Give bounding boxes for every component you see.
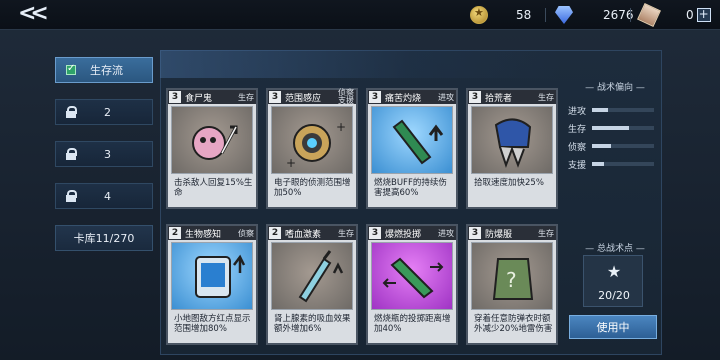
- card-category: 生存: [238, 92, 254, 102]
- card-cost: 2: [169, 227, 181, 239]
- card-cost: 3: [469, 91, 481, 103]
- svg-text:?: ?: [506, 268, 517, 292]
- card-header: 3 食尸鬼 生存: [168, 90, 256, 104]
- glove-icon: [471, 106, 553, 174]
- coin-icon: [470, 6, 488, 24]
- card-category: 生存: [538, 228, 554, 238]
- card-cost: 3: [269, 91, 281, 103]
- card-description: 击杀敌人回复15%生命: [174, 178, 253, 198]
- card-name: 食尸鬼: [185, 93, 213, 104]
- preset-tab-label: 4: [104, 189, 111, 203]
- lock-icon: [66, 148, 77, 160]
- card-name: 生物感知: [185, 229, 222, 240]
- total-points-value: 20/20: [598, 289, 630, 302]
- card-category: 生存: [538, 92, 554, 102]
- preset-tab-4[interactable]: 4: [55, 183, 153, 209]
- card-description: 电子眼的侦测范围增加50%: [274, 178, 351, 198]
- card-description: 肾上腺素的吸血效果额外增加6%: [274, 314, 351, 334]
- armor-suit-icon: ?: [471, 242, 553, 310]
- ticket-counter: 0 +: [637, 3, 711, 27]
- card-category: 侦察: [238, 228, 254, 238]
- tactic-bias-title: — 战术偏向 —: [585, 83, 645, 93]
- back-icon[interactable]: <<: [18, 3, 49, 26]
- card-range-sense[interactable]: 3 范围感应 侦察 支援 + + 电子眼的侦测范围增加50%: [266, 88, 358, 209]
- in-use-button[interactable]: 使用中: [569, 315, 657, 339]
- card-description: 燃烧BUFF的持续伤害提高60%: [374, 178, 447, 198]
- card-cost: 3: [369, 91, 381, 103]
- card-name: 嗜血激素: [285, 229, 322, 240]
- stat-recon: 侦察: [568, 140, 654, 153]
- stat-bar-fill: [592, 162, 605, 166]
- card-name: 拾荒者: [485, 93, 513, 104]
- ticket-value: 0: [686, 8, 694, 22]
- card-header: 2 嗜血激素 生存: [268, 226, 356, 240]
- card-explosive-throw[interactable]: 3 爆燃投掷 进攻 燃烧瓶的投掷距离增加40%: [366, 224, 458, 345]
- preset-tab-3[interactable]: 3: [55, 141, 153, 167]
- card-cost: 2: [269, 227, 281, 239]
- card-name: 范围感应: [285, 93, 322, 104]
- coin-value: 58: [516, 8, 532, 22]
- top-bar: << 58 2676 0 +: [0, 0, 720, 30]
- gem-icon: [555, 6, 573, 24]
- coin-counter: 58: [470, 5, 531, 25]
- card-cost: 3: [169, 91, 181, 103]
- card-name: 痛苦灼烧: [385, 93, 422, 104]
- total-points-box: ★ 20/20: [583, 255, 643, 307]
- card-cost: 3: [469, 227, 481, 239]
- star-icon: ★: [606, 262, 622, 281]
- card-cost: 3: [369, 227, 381, 239]
- stat-bar-fill: [592, 108, 608, 112]
- syringe-icon: [271, 242, 353, 310]
- card-header: 3 防爆服 生存: [468, 226, 556, 240]
- panel-banner: [160, 50, 662, 78]
- ticket-icon: [637, 3, 661, 27]
- svg-text:+: +: [286, 156, 296, 170]
- card-description: 拾取速度加快25%: [474, 178, 544, 188]
- preset-tab-1[interactable]: 生存流: [55, 57, 153, 83]
- molotov-bottle-icon: [371, 106, 453, 174]
- svg-text:+: +: [336, 120, 346, 134]
- card-description: 穿着任意防弹衣时额外减少20%地雷伤害: [474, 314, 553, 334]
- card-painful-burn[interactable]: 3 痛苦灼烧 进攻 燃烧BUFF的持续伤害提高60%: [366, 88, 458, 209]
- gem-counter: 2676: [555, 5, 634, 25]
- preset-tab-label: 3: [104, 147, 111, 161]
- card-description: 燃烧瓶的投掷距离增加40%: [374, 314, 451, 334]
- stat-attack: 进攻: [568, 104, 654, 117]
- checkbox-icon: [66, 63, 76, 75]
- throw-bottle-icon: [371, 242, 453, 310]
- add-ticket-button[interactable]: +: [696, 8, 711, 22]
- card-header: 3 范围感应 侦察 支援: [268, 88, 356, 105]
- card-description: 小地图敌方红点显示范围增加80%: [174, 314, 251, 334]
- stat-survival: 生存: [568, 122, 654, 135]
- card-header: 3 拾荒者 生存: [468, 90, 556, 104]
- card-ghoul[interactable]: 3 食尸鬼 生存 击杀敌人回复15%生命: [166, 88, 258, 209]
- preset-tab-label: 生存流: [90, 64, 123, 77]
- card-library-button[interactable]: 卡库11/270: [55, 225, 153, 251]
- scanner-device-icon: [171, 242, 253, 310]
- card-name: 防爆服: [485, 229, 513, 240]
- preset-tab-2[interactable]: 2: [55, 99, 153, 125]
- card-category: 进攻: [438, 92, 454, 102]
- preset-tab-label: 2: [104, 105, 111, 119]
- stat-bar-fill: [592, 126, 630, 130]
- card-bomb-suit[interactable]: 3 防爆服 生存 ? 穿着任意防弹衣时额外减少20%地雷伤害: [466, 224, 558, 345]
- card-bio-sense[interactable]: 2 生物感知 侦察 小地图敌方红点显示范围增加80%: [166, 224, 258, 345]
- card-header: 3 爆燃投掷 进攻: [368, 226, 456, 240]
- lock-icon: [66, 106, 77, 118]
- ghoul-icon: [171, 106, 253, 174]
- card-bloodthirst-hormone[interactable]: 2 嗜血激素 生存 肾上腺素的吸血效果额外增加6%: [266, 224, 358, 345]
- card-scavenger[interactable]: 3 拾荒者 生存 拾取速度加快25%: [466, 88, 558, 209]
- gem-value: 2676: [603, 8, 634, 22]
- total-points-title: — 总战术点 —: [585, 244, 645, 254]
- card-name: 爆燃投掷: [385, 229, 422, 240]
- card-header: 3 痛苦灼烧 进攻: [368, 90, 456, 104]
- lock-icon: [66, 190, 77, 202]
- stat-bar-fill: [592, 144, 611, 148]
- electronic-eye-icon: + +: [271, 106, 353, 174]
- card-header: 2 生物感知 侦察: [168, 226, 256, 240]
- stat-support: 支援: [568, 158, 654, 171]
- card-category: 进攻: [438, 228, 454, 238]
- card-category: 侦察 支援: [338, 88, 354, 105]
- card-category: 生存: [338, 228, 354, 238]
